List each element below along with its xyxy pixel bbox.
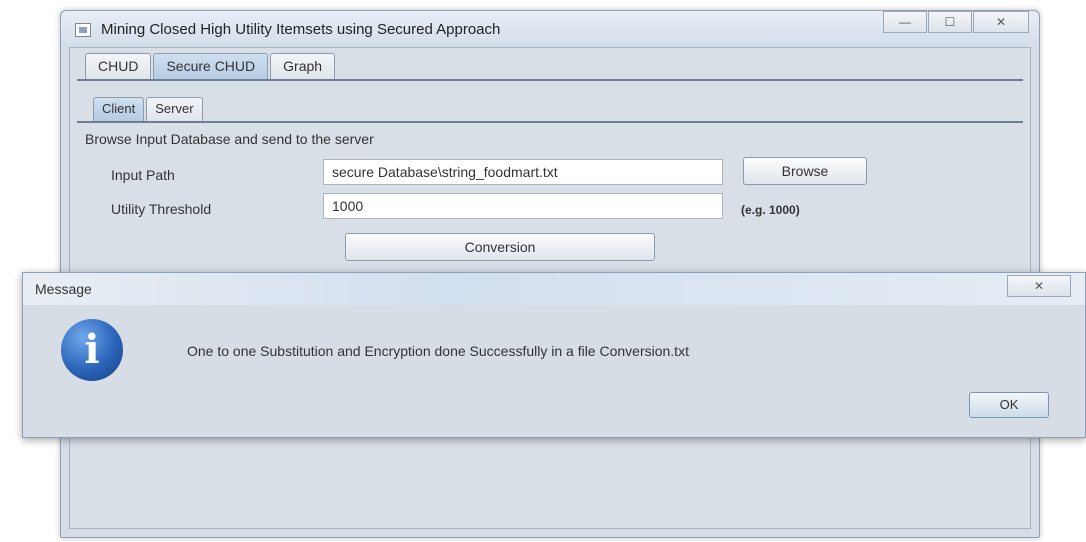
utility-threshold-label: Utility Threshold [111,201,212,217]
title-bar: Mining Closed High Utility Itemsets usin… [61,11,1039,47]
dialog-message: One to one Substitution and Encryption d… [187,343,689,359]
tab-server[interactable]: Server [146,97,203,121]
window-controls: — ☐ ✕ [882,11,1029,37]
dialog-title: Message [35,281,92,297]
conversion-button[interactable]: Conversion [345,233,655,261]
maximize-button[interactable]: ☐ [928,11,972,33]
browse-button[interactable]: Browse [743,157,867,185]
minimize-button[interactable]: — [883,11,927,33]
input-path-label: Input Path [111,167,175,183]
window-title: Mining Closed High Utility Itemsets usin… [101,21,501,38]
threshold-hint: (e.g. 1000) [741,203,800,217]
subtab-divider [77,121,1023,123]
input-path-field[interactable]: secure Database\string_foodmart.txt [323,159,723,185]
tab-client[interactable]: Client [93,97,145,121]
info-icon: i [61,319,123,381]
tab-divider [77,79,1023,81]
main-tabs: CHUD Secure CHUD Graph [85,53,337,79]
dialog-title-bar: Message ✕ [23,273,1085,305]
tab-graph[interactable]: Graph [270,53,336,79]
section-label: Browse Input Database and send to the se… [85,131,374,147]
dialog-close-button[interactable]: ✕ [1007,275,1071,297]
tab-secure-chud[interactable]: Secure CHUD [153,53,269,79]
message-dialog: Message ✕ i One to one Substitution and … [22,272,1086,438]
utility-threshold-field[interactable]: 1000 [323,193,723,219]
close-button[interactable]: ✕ [973,11,1029,33]
tab-chud[interactable]: CHUD [85,53,152,79]
ok-button[interactable]: OK [969,392,1049,418]
app-icon [75,23,91,37]
sub-tabs: Client Server [93,97,205,121]
